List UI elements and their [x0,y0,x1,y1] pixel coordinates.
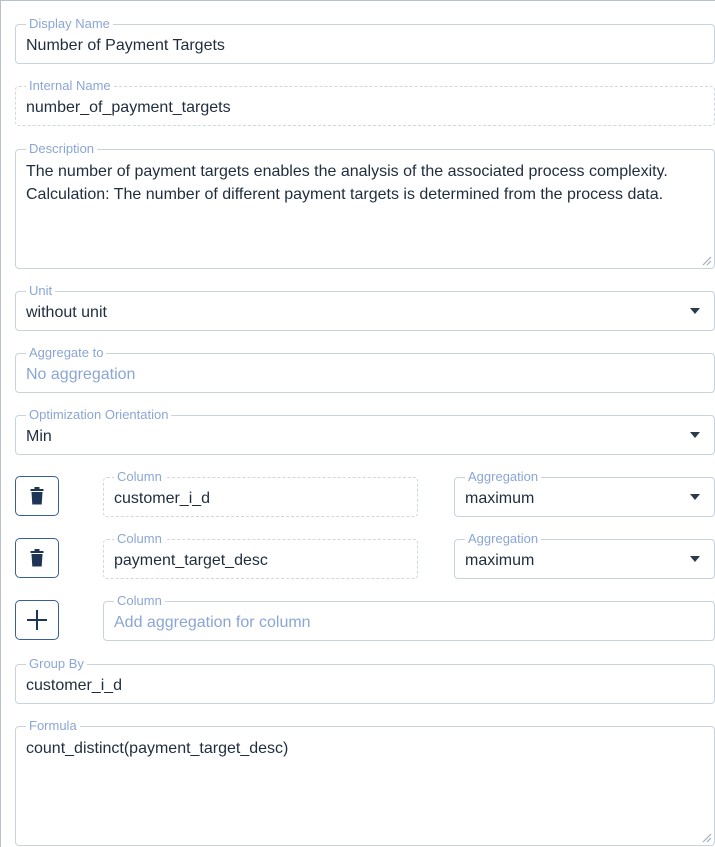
formula-label: Formula [26,719,80,733]
resize-handle-icon[interactable] [702,256,712,266]
formula-value: count_distinct(payment_target_desc) [26,740,289,757]
aggregation-value: maximum [465,552,535,569]
chevron-down-icon [690,308,700,314]
delete-column-aggregation-button[interactable] [15,538,59,578]
column-field: Column payment_target_desc [103,532,418,579]
aggregation-label: Aggregation [465,470,542,484]
description-value: The number of payment targets enables th… [26,163,668,203]
add-column-aggregation-button[interactable] [15,600,59,640]
description-textarea[interactable]: Description The number of payment target… [15,142,715,269]
add-column-label: Column [114,594,165,608]
aggregate-to-field[interactable]: Aggregate to No aggregation [15,346,715,393]
internal-name-value: number_of_payment_targets [26,99,231,116]
unit-value: without unit [26,304,107,321]
description-label: Description [26,142,98,156]
internal-name-label: Internal Name [26,79,114,93]
delete-column-aggregation-button[interactable] [15,476,59,516]
display-name-value: Number of Payment Targets [26,37,225,54]
unit-select[interactable]: Unit without unit [15,284,715,331]
internal-name-field: Internal Name number_of_payment_targets [15,79,715,126]
chevron-down-icon [690,432,700,438]
group-by-label: Group By [26,657,87,671]
add-column-placeholder: Add aggregation for column [114,614,311,631]
group-by-field[interactable]: Group By customer_i_d [15,657,715,704]
unit-label: Unit [26,284,56,298]
group-by-value: customer_i_d [26,677,123,694]
optimization-orientation-value: Min [26,428,52,445]
chevron-down-icon [690,556,700,562]
aggregation-select[interactable]: Aggregation maximum [454,532,715,579]
column-value: customer_i_d [114,490,211,507]
plus-icon [27,610,47,630]
display-name-field[interactable]: Display Name Number of Payment Targets [15,17,715,64]
optimization-orientation-label: Optimization Orientation [26,408,172,422]
column-label: Column [114,470,165,484]
optimization-orientation-select[interactable]: Optimization Orientation Min [15,408,715,455]
add-column-input[interactable]: Column Add aggregation for column [103,594,715,641]
aggregate-to-label: Aggregate to [26,346,107,360]
formula-textarea[interactable]: Formula count_distinct(payment_target_de… [15,719,715,846]
column-field: Column customer_i_d [103,470,418,517]
aggregation-label: Aggregation [465,532,542,546]
trash-icon [30,549,44,567]
aggregate-to-placeholder: No aggregation [26,366,136,383]
aggregation-value: maximum [465,490,535,507]
kpi-form: Display Name Number of Payment Targets I… [0,0,715,847]
column-label: Column [114,532,165,546]
trash-icon [30,487,44,505]
chevron-down-icon [690,494,700,500]
resize-handle-icon[interactable] [702,833,712,843]
column-value: payment_target_desc [114,552,268,569]
aggregation-select[interactable]: Aggregation maximum [454,470,715,517]
display-name-label: Display Name [26,17,113,31]
